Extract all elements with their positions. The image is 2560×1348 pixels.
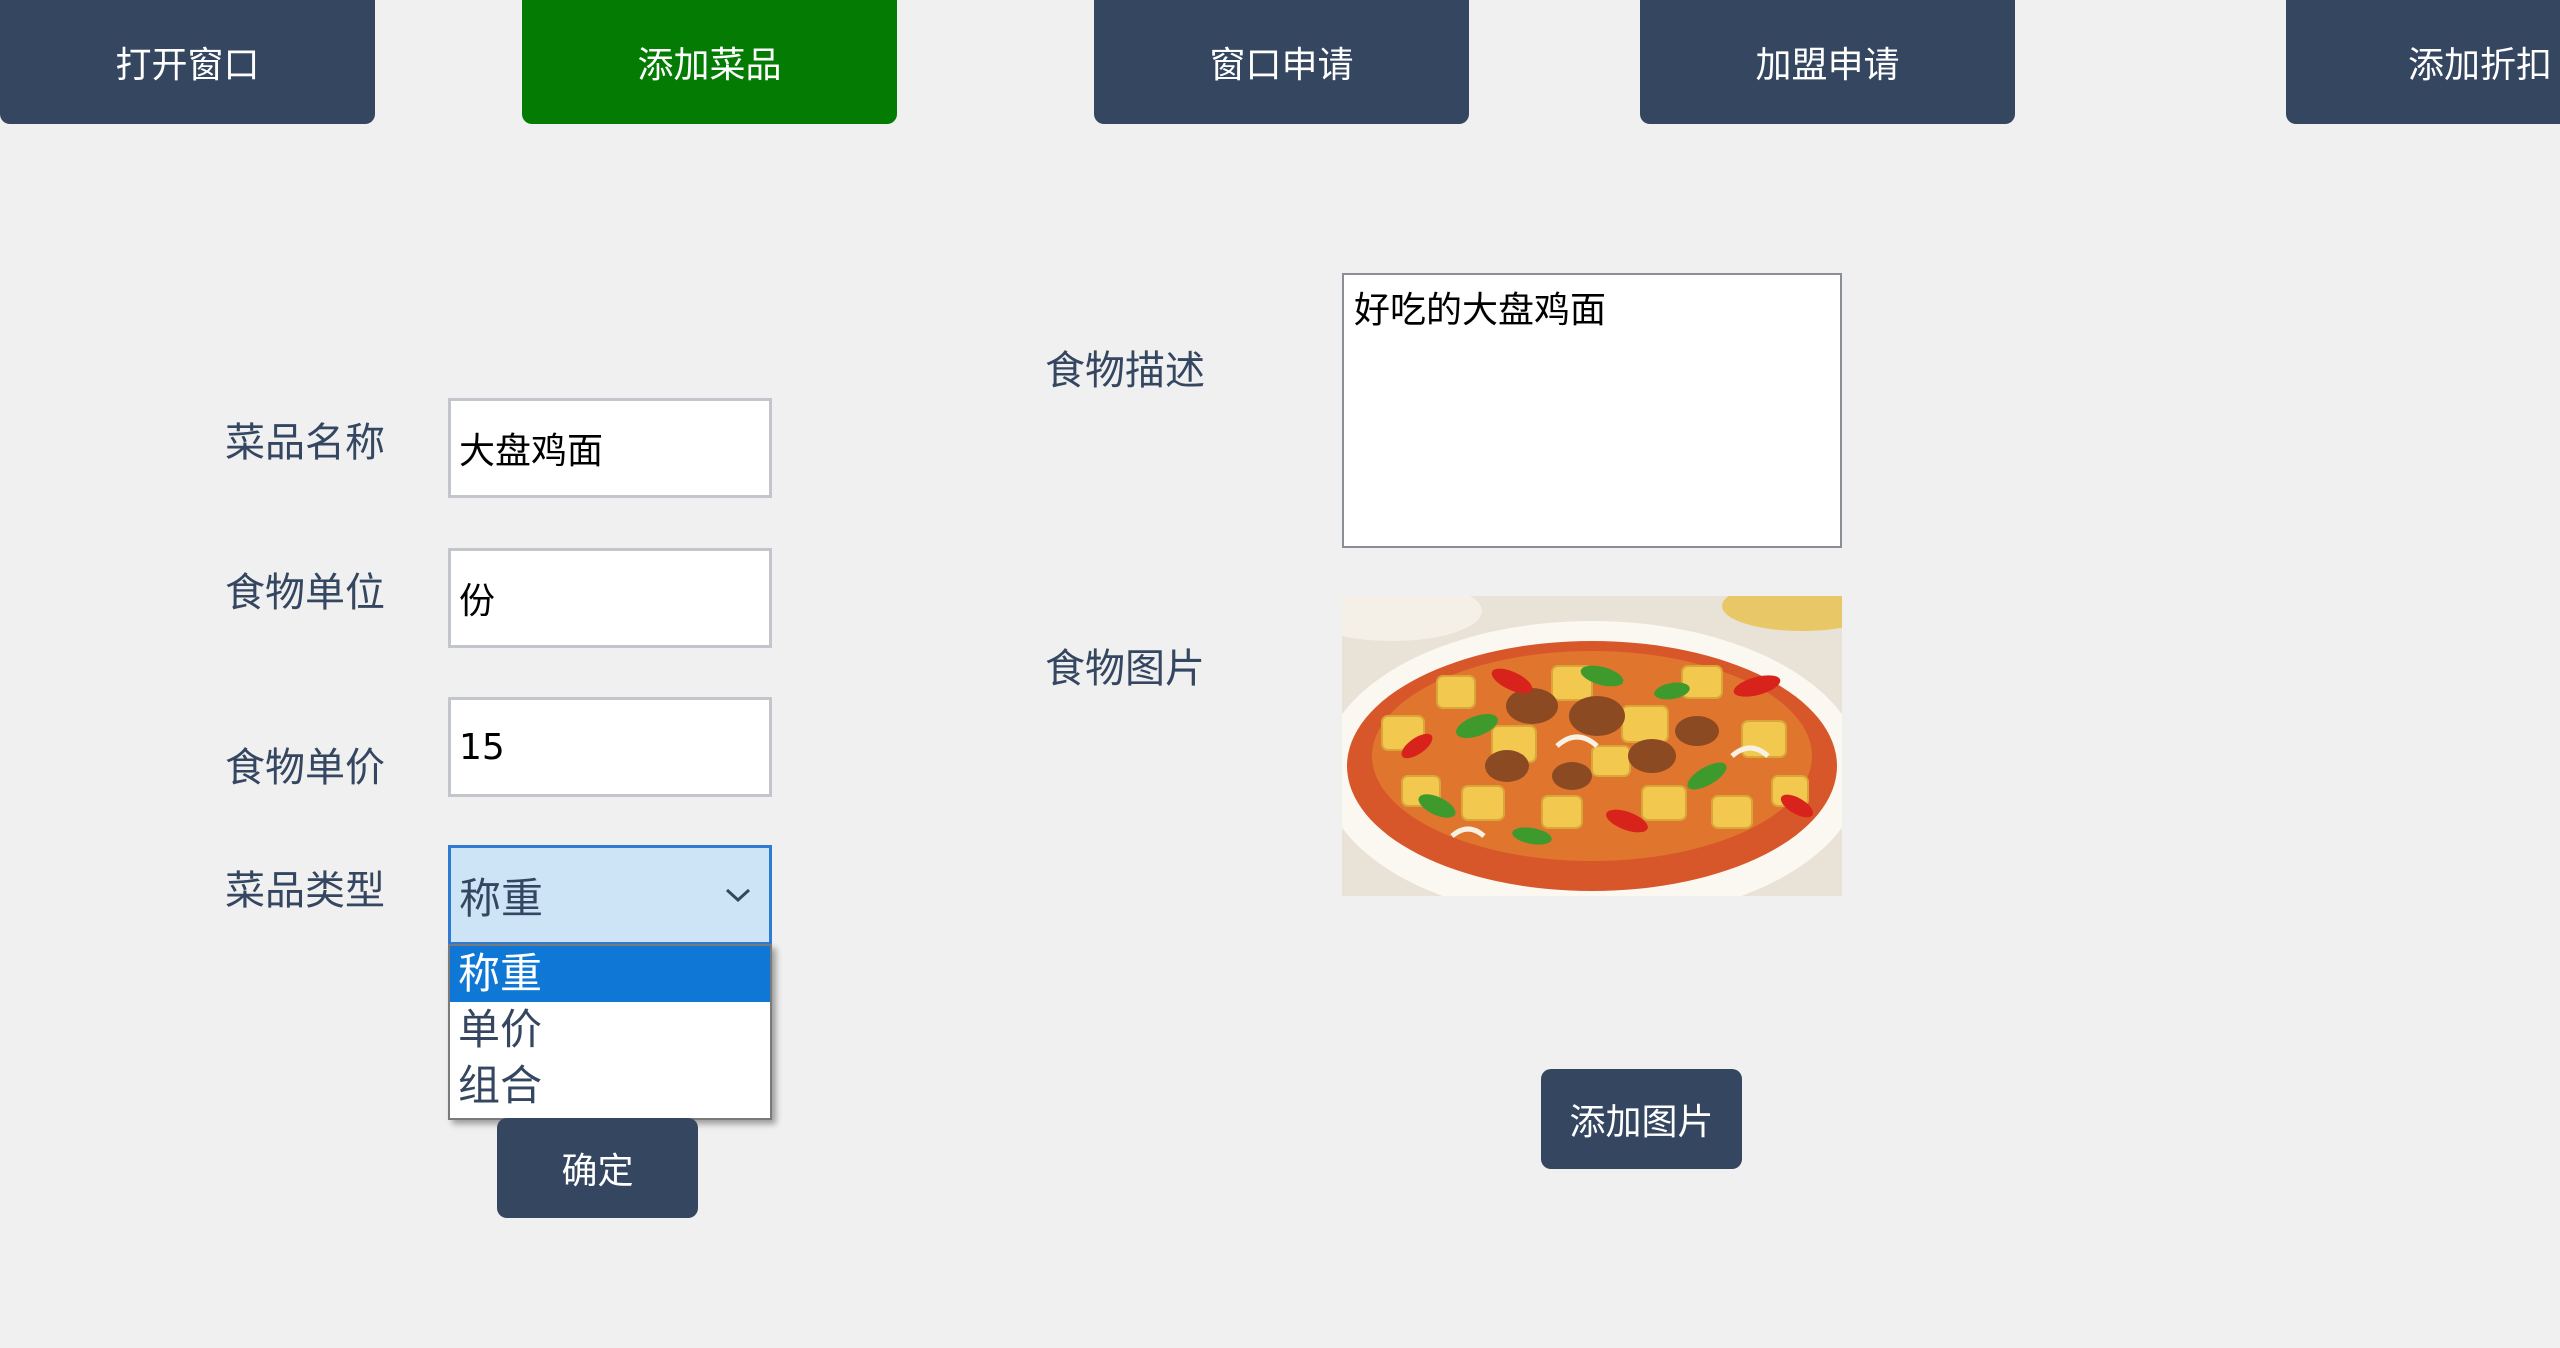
tab-open-window[interactable]: 打开窗口	[0, 0, 375, 124]
dish-type-option[interactable]: 称重	[450, 946, 770, 1002]
dish-type-select[interactable]: 称重	[448, 845, 772, 945]
food-unit-label: 食物单位	[225, 570, 385, 616]
dish-type-label: 菜品类型	[225, 868, 385, 914]
food-price-input[interactable]: 15	[448, 697, 772, 797]
dish-type-option[interactable]: 单价	[450, 1002, 770, 1058]
dish-type-option[interactable]: 组合	[450, 1058, 770, 1114]
tab-franchise-application[interactable]: 加盟申请	[1640, 0, 2015, 124]
tab-add-dish[interactable]: 添加菜品	[522, 0, 897, 124]
dish-type-selected-value: 称重	[459, 873, 544, 923]
confirm-button[interactable]: 确定	[497, 1118, 698, 1218]
chevron-down-icon[interactable]	[725, 887, 751, 903]
food-image	[1342, 596, 1842, 896]
tab-add-discount[interactable]: 添加折扣	[2286, 0, 2560, 124]
dish-name-label: 菜品名称	[225, 420, 385, 466]
add-image-button[interactable]: 添加图片	[1541, 1069, 1742, 1169]
tab-window-application[interactable]: 窗口申请	[1094, 0, 1469, 124]
food-image-label: 食物图片	[1045, 646, 1205, 692]
food-price-label: 食物单价	[225, 745, 385, 791]
description-textarea[interactable]: 好吃的大盘鸡面	[1342, 273, 1842, 548]
description-label: 食物描述	[1045, 348, 1205, 394]
dish-type-dropdown: 称重 单价 组合	[448, 944, 772, 1120]
food-unit-input[interactable]: 份	[448, 548, 772, 648]
dish-name-input[interactable]: 大盘鸡面	[448, 398, 772, 498]
